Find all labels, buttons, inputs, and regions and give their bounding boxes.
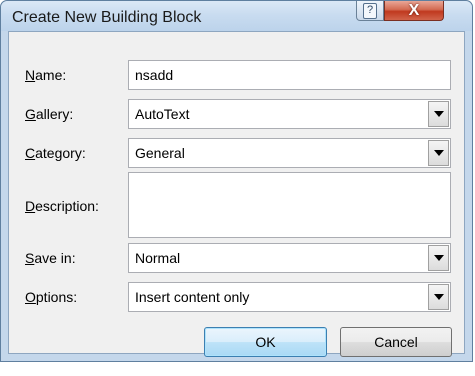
gallery-value: AutoText: [135, 106, 190, 122]
chevron-down-icon: [433, 294, 444, 300]
options-dropdown-button[interactable]: [428, 284, 449, 310]
category-label: Category:: [25, 145, 86, 161]
gallery-label: Gallery:: [25, 106, 74, 122]
dialog-window: Create New Building Block ? X Name: nsad…: [0, 0, 473, 362]
save-in-value: Normal: [135, 250, 181, 266]
save-in-dropdown-button[interactable]: [428, 245, 449, 271]
options-dropdown[interactable]: Insert content only: [128, 282, 451, 312]
help-button[interactable]: ?: [356, 1, 384, 21]
name-input[interactable]: nsadd: [128, 60, 451, 90]
chevron-down-icon: [433, 111, 444, 117]
description-label: Description:: [25, 198, 99, 214]
close-icon: X: [408, 1, 420, 19]
name-value: nsadd: [135, 67, 174, 83]
ok-button[interactable]: OK: [204, 327, 327, 357]
options-value: Insert content only: [135, 289, 250, 305]
description-textarea[interactable]: [128, 172, 451, 238]
help-icon: ?: [363, 2, 377, 19]
gallery-dropdown-button[interactable]: [428, 101, 449, 127]
close-button[interactable]: X: [384, 1, 444, 21]
category-dropdown-button[interactable]: [428, 140, 449, 166]
chevron-down-icon: [433, 255, 444, 261]
category-value: General: [135, 145, 185, 161]
category-dropdown[interactable]: General: [128, 138, 451, 168]
gallery-dropdown[interactable]: AutoText: [128, 99, 451, 129]
save-in-dropdown[interactable]: Normal: [128, 243, 451, 273]
save-in-label: Save in:: [25, 250, 76, 266]
title-bar[interactable]: Create New Building Block ? X: [1, 1, 472, 31]
dialog-title: Create New Building Block: [12, 9, 202, 26]
name-label: Name:: [25, 67, 67, 83]
dialog-body: Name: nsadd Gallery: AutoText Category: …: [8, 31, 465, 357]
options-label: Options:: [25, 289, 78, 305]
cancel-button[interactable]: Cancel: [340, 327, 452, 357]
chevron-down-icon: [433, 150, 444, 156]
